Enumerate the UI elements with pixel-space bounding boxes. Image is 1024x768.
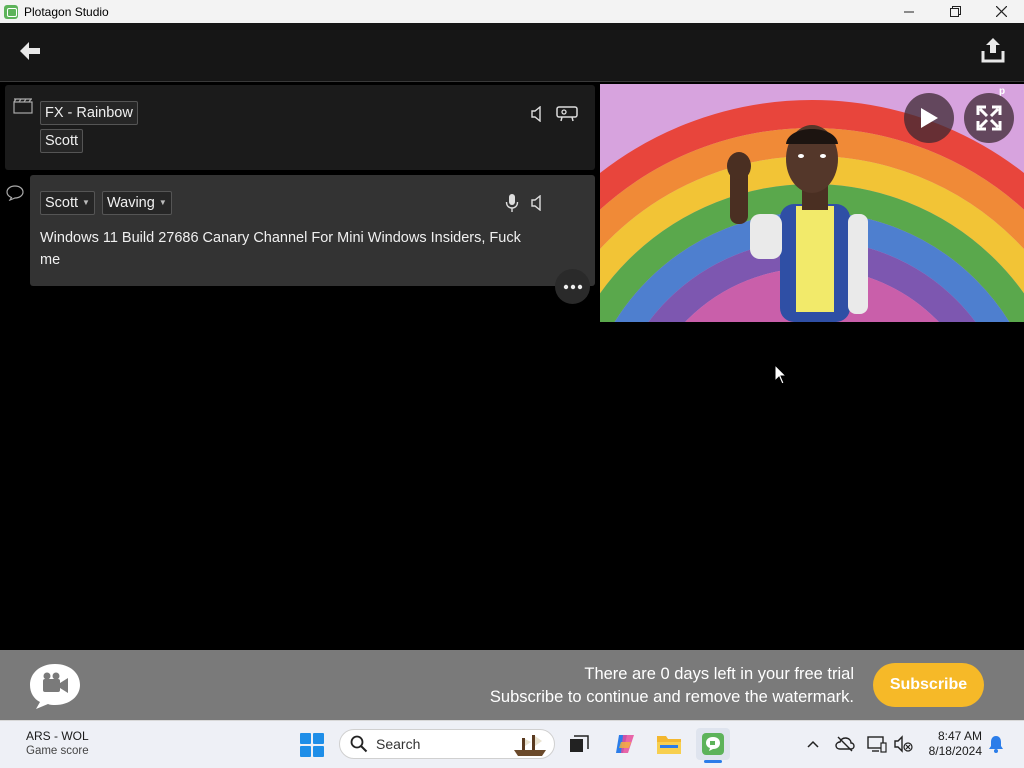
video-preview[interactable] [600,84,1024,322]
network-monitor-icon [867,736,887,753]
clock-date: 8/18/2024 [928,744,982,758]
clapperboard-icon [13,98,33,114]
app-header [0,23,1024,82]
taskbar-task-view[interactable] [562,728,596,760]
widget-title: ARS - WOL [26,729,89,743]
close-button[interactable] [978,0,1024,23]
scene-location-chip[interactable]: FX - Rainbow [40,101,138,125]
trial-message: There are 0 days left in your free trial… [490,663,854,709]
close-icon [995,6,1007,17]
bell-icon [989,736,1003,753]
restore-icon [949,6,961,17]
rainbow-scene-image [600,84,1024,322]
plotagon-app-icon [4,4,18,19]
share-button[interactable] [978,35,1008,65]
minimize-button[interactable] [886,0,932,23]
scene-sound-button[interactable] [528,104,548,124]
show-hidden-icons-button[interactable] [804,732,822,756]
trial-message-line1: There are 0 days left in your free trial [584,665,854,683]
speaker-icon [531,106,541,122]
clock-time: 8:47 AM [937,729,982,743]
speaker-icon [531,195,541,211]
subscribe-button[interactable]: Subscribe [873,663,984,707]
chevron-up-icon [807,740,819,748]
scene-card[interactable] [5,85,595,170]
minimize-icon [904,11,914,12]
taskbar-copilot[interactable] [608,728,642,760]
notifications-button[interactable] [986,732,1006,756]
caret-down-icon: ▼ [158,198,167,208]
widget-subtitle: Game score [26,745,89,757]
network-tray-button[interactable] [866,732,888,756]
camera-icon [556,106,578,122]
windows-logo-tile [313,746,324,757]
windows-logo-tile [300,746,311,757]
microphone-icon [505,194,519,212]
search-icon [350,735,368,753]
share-upload-icon [981,38,1005,63]
plotagon-logo-icon [30,664,80,709]
trial-banner: There are 0 days left in your free trial… [0,650,1024,720]
cloud-off-icon [835,736,855,752]
scene-location-label: FX - Rainbow [45,105,133,121]
taskbar-plotagon[interactable] [696,728,730,760]
more-options-button[interactable] [555,269,590,304]
fullscreen-button[interactable] [964,93,1014,143]
search-placeholder: Search [376,736,421,752]
news-widget[interactable]: ARS - WOL Game score [26,729,89,759]
taskbar-search[interactable]: Search [339,729,555,759]
copilot-icon [616,735,634,753]
active-app-indicator [704,760,722,763]
record-voice-button[interactable] [502,192,522,214]
window-title: Plotagon Studio [24,4,109,19]
dialogue-sound-button[interactable] [528,193,548,213]
windows-logo-tile [313,733,324,744]
windows-logo-tile [300,733,311,744]
mouse-cursor-icon [774,364,788,385]
play-icon [921,108,938,128]
taskbar-clock[interactable]: 8:47 AM 8/18/2024 [920,729,982,759]
volume-tray-button[interactable] [892,732,914,756]
dialogue-action-label: Waving [107,195,155,211]
dialogue-character-dropdown[interactable]: Scott ▼ [40,191,95,215]
restore-button[interactable] [932,0,978,23]
window-titlebar: Plotagon Studio [0,0,1024,23]
onedrive-tray-button[interactable] [834,732,856,756]
trial-message-line2: Subscribe to continue and remove the wat… [489,688,854,706]
back-button[interactable] [14,37,46,65]
start-button[interactable] [300,733,324,757]
speaker-muted-icon [894,735,913,753]
scene-character-label: Scott [45,133,79,149]
folder-icon [657,736,681,754]
expand-icon [976,105,1002,131]
scene-character-chip[interactable]: Scott [40,129,84,153]
speech-bubble-icon [6,185,24,201]
search-highlight-ship-icon [514,735,546,756]
window-controls [886,0,1024,23]
dialogue-character-label: Scott [45,195,79,211]
caret-down-icon: ▼ [82,198,90,208]
scene-camera-button[interactable] [555,103,579,123]
plotagon-taskbar-icon [702,733,724,755]
task-view-icon [570,735,589,752]
play-button[interactable] [904,93,954,143]
dialogue-action-dropdown[interactable]: Waving ▼ [102,191,172,215]
ellipsis-icon [563,284,582,289]
taskbar-file-explorer[interactable] [652,728,686,760]
dialogue-text[interactable]: Windows 11 Build 27686 Canary Channel Fo… [40,227,540,271]
arrow-left-icon [20,42,40,60]
